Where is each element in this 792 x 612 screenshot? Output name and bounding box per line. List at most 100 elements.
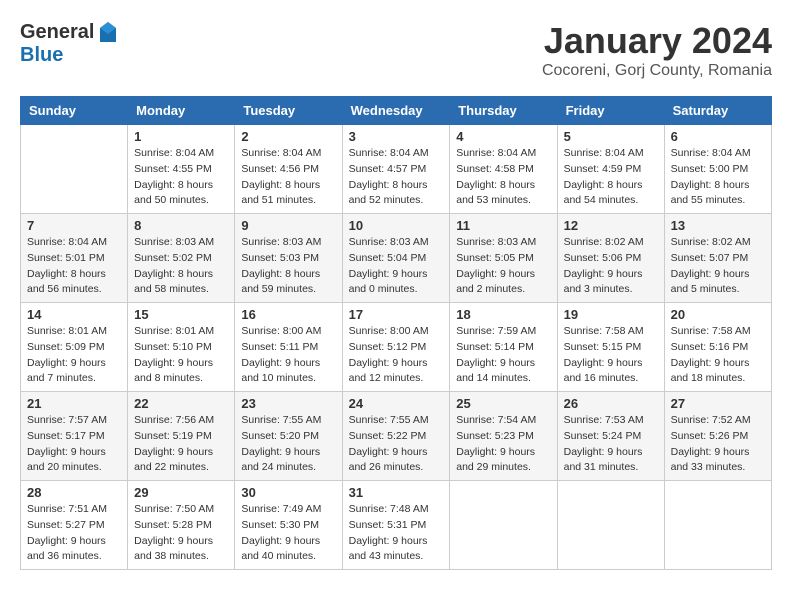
day-number: 11 bbox=[456, 218, 550, 233]
day-number: 15 bbox=[134, 307, 228, 322]
calendar-cell: 29 Sunrise: 7:50 AMSunset: 5:28 PMDayligh… bbox=[128, 481, 235, 570]
day-number: 21 bbox=[27, 396, 121, 411]
day-info: Sunrise: 8:01 AMSunset: 5:09 PMDaylight:… bbox=[27, 324, 121, 387]
calendar-cell: 8 Sunrise: 8:03 AMSunset: 5:02 PMDaylight… bbox=[128, 214, 235, 303]
calendar-cell: 19Sunrise: 7:58 AMSunset: 5:15 PMDayligh… bbox=[557, 303, 664, 392]
day-info: Sunrise: 8:04 AMSunset: 4:58 PMDaylight:… bbox=[456, 146, 550, 209]
day-info: Sunrise: 8:04 AMSunset: 4:59 PMDaylight:… bbox=[564, 146, 658, 209]
day-number: 22 bbox=[134, 396, 228, 411]
calendar-cell: 28 Sunrise: 7:51 AMSunset: 5:27 PMDayligh… bbox=[21, 481, 128, 570]
day-number: 1 bbox=[134, 129, 228, 144]
day-info: Sunrise: 7:50 AMSunset: 5:28 PMDaylight:… bbox=[134, 502, 228, 565]
day-info: Sunrise: 7:49 AMSunset: 5:30 PMDaylight:… bbox=[241, 502, 335, 565]
day-number: 27 bbox=[671, 396, 765, 411]
day-info: Sunrise: 8:04 AMSunset: 4:56 PMDaylight:… bbox=[241, 146, 335, 209]
calendar-week-row: 1 Sunrise: 8:04 AMSunset: 4:55 PMDaylight… bbox=[21, 125, 772, 214]
day-info: Sunrise: 8:03 AMSunset: 5:04 PMDaylight:… bbox=[349, 235, 444, 298]
day-info: Sunrise: 8:00 AMSunset: 5:12 PMDaylight:… bbox=[349, 324, 444, 387]
day-info: Sunrise: 7:54 AMSunset: 5:23 PMDaylight:… bbox=[456, 413, 550, 476]
day-info: Sunrise: 8:04 AMSunset: 5:01 PMDaylight:… bbox=[27, 235, 121, 298]
day-number: 17 bbox=[349, 307, 444, 322]
calendar-cell: 17 Sunrise: 8:00 AMSunset: 5:12 PMDayligh… bbox=[342, 303, 450, 392]
day-number: 28 bbox=[27, 485, 121, 500]
day-info: Sunrise: 8:04 AMSunset: 5:00 PMDaylight:… bbox=[671, 146, 765, 209]
day-number: 8 bbox=[134, 218, 228, 233]
calendar-cell: 10 Sunrise: 8:03 AMSunset: 5:04 PMDayligh… bbox=[342, 214, 450, 303]
calendar-cell: 14 Sunrise: 8:01 AMSunset: 5:09 PMDayligh… bbox=[21, 303, 128, 392]
logo-icon bbox=[96, 20, 120, 44]
day-number: 2 bbox=[241, 129, 335, 144]
day-number: 3 bbox=[349, 129, 444, 144]
day-info: Sunrise: 7:59 AMSunset: 5:14 PMDaylight:… bbox=[456, 324, 550, 387]
day-number: 9 bbox=[241, 218, 335, 233]
title-block: January 2024 Cocoreni, Gorj County, Roma… bbox=[542, 20, 772, 80]
weekday-header-friday: Friday bbox=[557, 97, 664, 125]
day-info: Sunrise: 7:48 AMSunset: 5:31 PMDaylight:… bbox=[349, 502, 444, 565]
calendar-cell: 12 Sunrise: 8:02 AMSunset: 5:06 PMDayligh… bbox=[557, 214, 664, 303]
day-info: Sunrise: 8:03 AMSunset: 5:05 PMDaylight:… bbox=[456, 235, 550, 298]
month-title: January 2024 bbox=[542, 20, 772, 62]
calendar-cell bbox=[664, 481, 771, 570]
day-number: 6 bbox=[671, 129, 765, 144]
day-info: Sunrise: 8:01 AMSunset: 5:10 PMDaylight:… bbox=[134, 324, 228, 387]
calendar-cell: 11 Sunrise: 8:03 AMSunset: 5:05 PMDayligh… bbox=[450, 214, 557, 303]
weekday-header-sunday: Sunday bbox=[21, 97, 128, 125]
day-info: Sunrise: 7:58 AMSunset: 5:15 PMDaylight:… bbox=[564, 324, 658, 387]
day-info: Sunrise: 8:02 AMSunset: 5:06 PMDaylight:… bbox=[564, 235, 658, 298]
day-info: Sunrise: 8:00 AMSunset: 5:11 PMDaylight:… bbox=[241, 324, 335, 387]
day-number: 29 bbox=[134, 485, 228, 500]
day-info: Sunrise: 8:04 AMSunset: 4:55 PMDaylight:… bbox=[134, 146, 228, 209]
page-header: General Blue January 2024 Cocoreni, Gorj… bbox=[20, 20, 772, 80]
day-info: Sunrise: 8:03 AMSunset: 5:03 PMDaylight:… bbox=[241, 235, 335, 298]
calendar-cell: 20Sunrise: 7:58 AMSunset: 5:16 PMDayligh… bbox=[664, 303, 771, 392]
calendar-cell: 18 Sunrise: 7:59 AMSunset: 5:14 PMDayligh… bbox=[450, 303, 557, 392]
calendar-cell: 24Sunrise: 7:55 AMSunset: 5:22 PMDayligh… bbox=[342, 392, 450, 481]
calendar-week-row: 21Sunrise: 7:57 AMSunset: 5:17 PMDayligh… bbox=[21, 392, 772, 481]
weekday-header-thursday: Thursday bbox=[450, 97, 557, 125]
day-info: Sunrise: 7:51 AMSunset: 5:27 PMDaylight:… bbox=[27, 502, 121, 565]
day-info: Sunrise: 7:56 AMSunset: 5:19 PMDaylight:… bbox=[134, 413, 228, 476]
logo-general-text: General bbox=[20, 21, 94, 44]
day-number: 30 bbox=[241, 485, 335, 500]
calendar-week-row: 28 Sunrise: 7:51 AMSunset: 5:27 PMDayligh… bbox=[21, 481, 772, 570]
day-number: 25 bbox=[456, 396, 550, 411]
calendar-cell: 4Sunrise: 8:04 AMSunset: 4:58 PMDaylight… bbox=[450, 125, 557, 214]
day-number: 26 bbox=[564, 396, 658, 411]
day-info: Sunrise: 7:58 AMSunset: 5:16 PMDaylight:… bbox=[671, 324, 765, 387]
day-number: 24 bbox=[349, 396, 444, 411]
day-info: Sunrise: 7:52 AMSunset: 5:26 PMDaylight:… bbox=[671, 413, 765, 476]
logo-blue-text: Blue bbox=[20, 44, 63, 67]
calendar-cell: 3Sunrise: 8:04 AMSunset: 4:57 PMDaylight… bbox=[342, 125, 450, 214]
calendar-cell: 5Sunrise: 8:04 AMSunset: 4:59 PMDaylight… bbox=[557, 125, 664, 214]
calendar-cell: 7Sunrise: 8:04 AMSunset: 5:01 PMDaylight… bbox=[21, 214, 128, 303]
day-number: 31 bbox=[349, 485, 444, 500]
calendar-week-row: 7Sunrise: 8:04 AMSunset: 5:01 PMDaylight… bbox=[21, 214, 772, 303]
day-info: Sunrise: 7:55 AMSunset: 5:20 PMDaylight:… bbox=[241, 413, 335, 476]
location: Cocoreni, Gorj County, Romania bbox=[542, 62, 772, 80]
calendar-cell: 21Sunrise: 7:57 AMSunset: 5:17 PMDayligh… bbox=[21, 392, 128, 481]
day-number: 13 bbox=[671, 218, 765, 233]
day-number: 18 bbox=[456, 307, 550, 322]
calendar-cell: 26 Sunrise: 7:53 AMSunset: 5:24 PMDayligh… bbox=[557, 392, 664, 481]
calendar-cell: 9 Sunrise: 8:03 AMSunset: 5:03 PMDaylight… bbox=[235, 214, 342, 303]
calendar-week-row: 14 Sunrise: 8:01 AMSunset: 5:09 PMDayligh… bbox=[21, 303, 772, 392]
day-number: 23 bbox=[241, 396, 335, 411]
calendar-cell: 15 Sunrise: 8:01 AMSunset: 5:10 PMDayligh… bbox=[128, 303, 235, 392]
day-number: 14 bbox=[27, 307, 121, 322]
calendar-cell: 27 Sunrise: 7:52 AMSunset: 5:26 PMDayligh… bbox=[664, 392, 771, 481]
calendar-cell: 22 Sunrise: 7:56 AMSunset: 5:19 PMDayligh… bbox=[128, 392, 235, 481]
calendar-cell: 31 Sunrise: 7:48 AMSunset: 5:31 PMDayligh… bbox=[342, 481, 450, 570]
calendar-cell: 25 Sunrise: 7:54 AMSunset: 5:23 PMDayligh… bbox=[450, 392, 557, 481]
day-info: Sunrise: 7:53 AMSunset: 5:24 PMDaylight:… bbox=[564, 413, 658, 476]
logo: General Blue bbox=[20, 20, 120, 67]
weekday-header-monday: Monday bbox=[128, 97, 235, 125]
day-info: Sunrise: 8:02 AMSunset: 5:07 PMDaylight:… bbox=[671, 235, 765, 298]
day-number: 12 bbox=[564, 218, 658, 233]
calendar-cell: 30 Sunrise: 7:49 AMSunset: 5:30 PMDayligh… bbox=[235, 481, 342, 570]
weekday-header-tuesday: Tuesday bbox=[235, 97, 342, 125]
day-number: 16 bbox=[241, 307, 335, 322]
day-info: Sunrise: 8:03 AMSunset: 5:02 PMDaylight:… bbox=[134, 235, 228, 298]
calendar-cell bbox=[557, 481, 664, 570]
calendar-cell: 23 Sunrise: 7:55 AMSunset: 5:20 PMDayligh… bbox=[235, 392, 342, 481]
day-number: 10 bbox=[349, 218, 444, 233]
